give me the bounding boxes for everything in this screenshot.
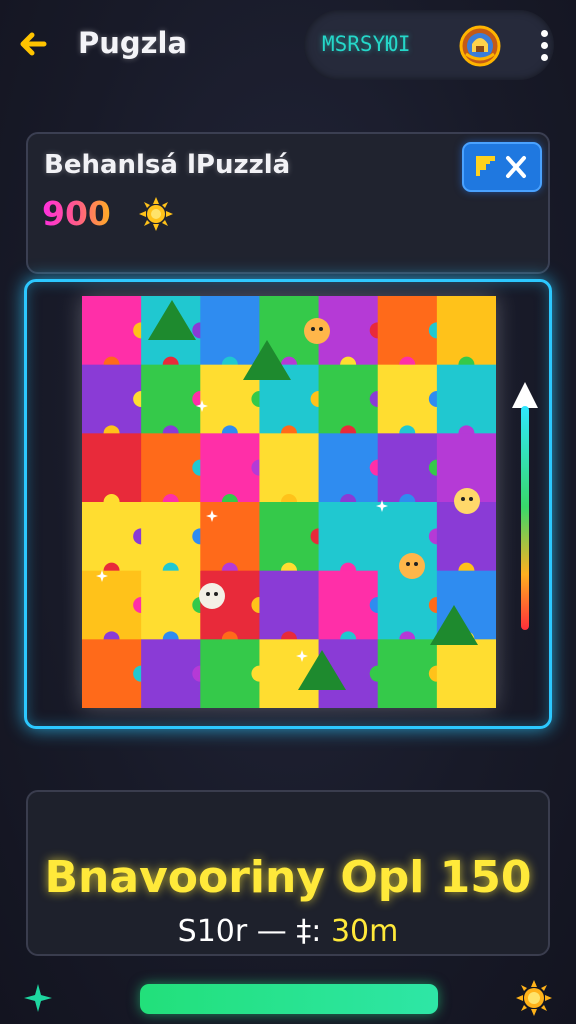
sparkle-icon[interactable] [20,980,56,1016]
puzzle-piece[interactable] [259,570,320,640]
result-time-value: 30m [330,914,399,949]
puzzle-piece[interactable] [200,502,260,572]
puzzle-piece[interactable] [141,570,201,640]
puzzle-piece[interactable] [82,639,142,708]
menu-dot [540,42,548,49]
arrow-left-icon [20,32,47,56]
puzzle-piece[interactable] [318,502,379,572]
puzzle-piece[interactable] [318,433,379,503]
puzzle-board[interactable] [82,296,496,708]
puzzle-piece[interactable] [141,502,201,572]
puzzle-piece[interactable] [318,364,379,434]
puzzle-piece[interactable] [82,364,142,434]
puzzle-piece[interactable] [259,502,320,572]
app-title: Pugzla [78,26,188,60]
result-time-prefix: S10r — ‡: [177,914,331,949]
puzzle-piece[interactable] [436,296,496,366]
puzzle-name: Behanlsá lPuzzlá [44,150,291,180]
top-bar: Pugzla MSRSYЮI [0,0,576,86]
puzzle-piece[interactable] [200,433,260,503]
critter-icon [399,553,425,579]
result-title: Bnavooriny Opl 150 [44,852,532,903]
puzzle-piece[interactable] [377,433,438,503]
puzzle-piece[interactable] [141,364,201,434]
puzzle-piece[interactable] [436,364,496,434]
menu-dot [540,30,548,37]
critter-icon [199,583,225,609]
puzzle-piece[interactable] [318,570,379,640]
hint-close-button[interactable] [462,142,542,192]
puzzle-piece[interactable] [141,433,201,503]
progress-bar[interactable] [140,984,438,1014]
puzzle-piece[interactable] [377,296,438,366]
puzzle-piece[interactable] [377,639,438,708]
puzzle-piece[interactable] [436,639,496,708]
puzzle-piece[interactable] [141,639,201,708]
critter-icon [454,488,480,514]
arrow-up-icon [512,382,538,408]
progress-indicator [510,380,540,630]
puzzle-piece[interactable] [82,433,142,503]
puzzle-piece[interactable] [377,570,438,640]
puzzle-piece[interactable] [200,639,260,708]
score-value: 900 [42,194,111,233]
username: MSRSYЮI [322,32,411,56]
hint-close-icon [476,156,526,178]
trophy-badge-icon[interactable] [458,24,502,68]
sun-icon [138,196,174,232]
puzzle-piece[interactable] [259,433,320,503]
puzzle-piece[interactable] [200,296,260,366]
sun-icon[interactable] [514,978,554,1018]
critter-icon [304,318,330,344]
back-button[interactable] [14,24,54,64]
puzzle-piece[interactable] [82,502,142,572]
puzzle-piece[interactable] [377,364,438,434]
more-menu-button[interactable] [530,26,558,66]
result-time: S10r — ‡: 30m [0,914,576,949]
menu-dot [540,54,548,61]
puzzle-piece[interactable] [82,570,142,640]
puzzle-piece[interactable] [82,296,142,366]
